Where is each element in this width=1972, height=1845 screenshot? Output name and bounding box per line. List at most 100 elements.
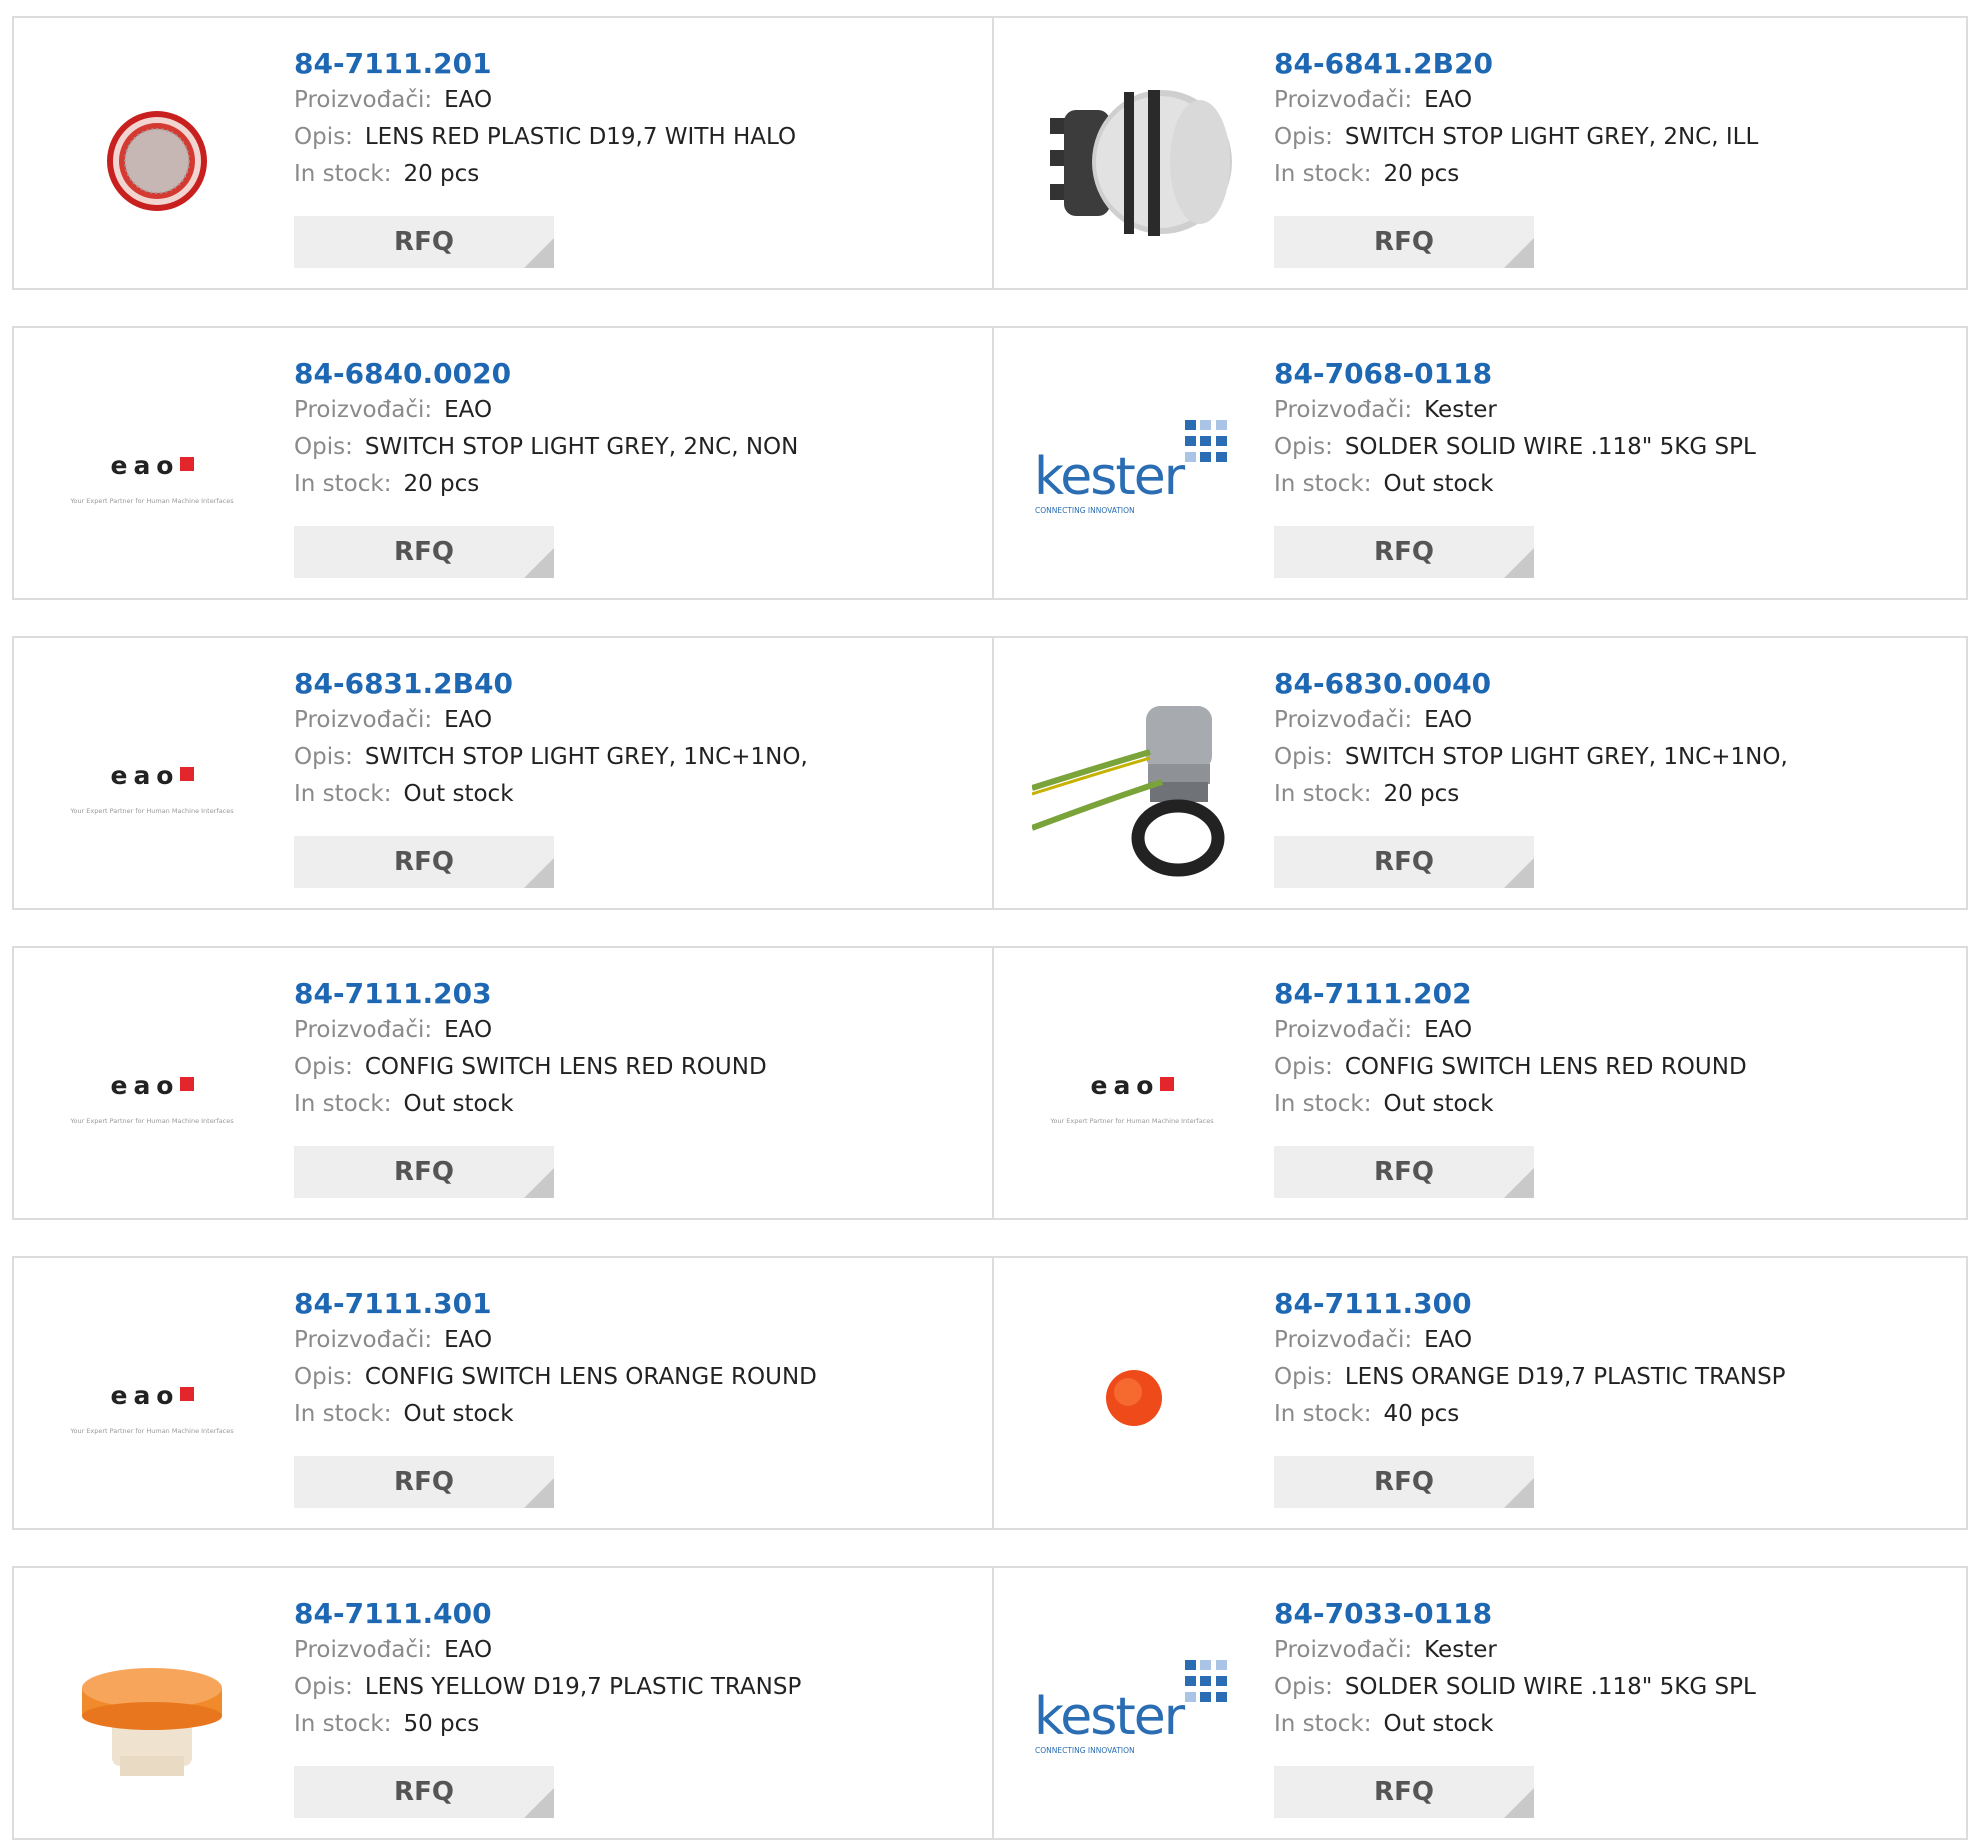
rfq-button-label: RFQ [1374, 847, 1434, 877]
product-card: eao Your Expert Partner for Human Machine… [992, 948, 1972, 1218]
product-row: 84-7111.201 Proizvođači: EAO Opis: LENS RE… [12, 16, 1968, 290]
part-number-link[interactable]: 84-6831.2B40 [294, 666, 808, 702]
product-card: eao Your Expert Partner for Human Machine… [14, 948, 992, 1218]
product-info: 84-7111.400 Proizvođači: EAO Opis: LENS YE… [294, 1596, 801, 1743]
rfq-button[interactable]: RFQ [294, 836, 554, 888]
product-row: eao Your Expert Partner for Human Machine… [12, 636, 1968, 910]
part-number-link[interactable]: 84-7111.301 [294, 1286, 817, 1322]
rfq-button[interactable]: RFQ [294, 1146, 554, 1198]
product-row: eao Your Expert Partner for Human Machine… [12, 326, 1968, 600]
description-value: SWITCH STOP LIGHT GREY, 2NC, NON [364, 434, 799, 460]
eao-logo[interactable]: eao Your Expert Partner for Human Machine… [52, 988, 252, 1188]
kester-logo[interactable]: kester CONNECTING INNOVATION [1032, 368, 1232, 568]
rfq-button[interactable]: RFQ [1274, 526, 1534, 578]
rfq-button-label: RFQ [394, 1157, 454, 1187]
stock-line: In stock: Out stock [1274, 1086, 1747, 1123]
kester-logo[interactable]: kester CONNECTING INNOVATION [1032, 1608, 1232, 1808]
product-info: 84-6840.0020 Proizvođači: EAO Opis: SWITCH… [294, 356, 798, 503]
manufacturer-line: Proizvođači: EAO [294, 1632, 801, 1669]
part-number-link[interactable]: 84-6840.0020 [294, 356, 798, 392]
rfq-button-label: RFQ [1374, 1467, 1434, 1497]
description-label: Opis: [1274, 1364, 1333, 1390]
part-number-link[interactable]: 84-7111.300 [1274, 1286, 1786, 1322]
rfq-button[interactable]: RFQ [1274, 216, 1534, 268]
description-value: LENS YELLOW D19,7 PLASTIC TRANSP [364, 1674, 802, 1700]
manufacturer-label: Proizvođači: [294, 87, 433, 113]
manufacturer-value: EAO [1424, 707, 1473, 733]
eao-tagline: Your Expert Partner for Human Machine In… [69, 497, 234, 505]
rfq-button-label: RFQ [394, 1467, 454, 1497]
eao-tagline: Your Expert Partner for Human Machine In… [69, 1117, 234, 1125]
description-line: Opis: SWITCH STOP LIGHT GREY, 1NC+1NO, [294, 739, 808, 776]
manufacturer-label: Proizvođači: [294, 707, 433, 733]
rfq-button[interactable]: RFQ [294, 526, 554, 578]
red-halo-lens-image[interactable] [52, 58, 252, 258]
part-number-link[interactable]: 84-7068-0118 [1274, 356, 1756, 392]
stock-value: Out stock [1383, 1711, 1494, 1737]
description-line: Opis: LENS ORANGE D19,7 PLASTIC TRANSP [1274, 1359, 1786, 1396]
eao-wordmark: eao [110, 1071, 179, 1100]
part-number-link[interactable]: 84-6841.2B20 [1274, 46, 1758, 82]
stock-label: In stock: [294, 1091, 392, 1117]
grey-stop-switch-image[interactable] [1032, 58, 1232, 258]
part-number-link[interactable]: 84-7033-0118 [1274, 1596, 1756, 1632]
corner-triangle-icon [524, 1788, 554, 1818]
part-number-link[interactable]: 84-6830.0040 [1274, 666, 1788, 702]
stock-label: In stock: [294, 1711, 392, 1737]
stock-value: 20 pcs [1383, 161, 1460, 187]
product-card: eao Your Expert Partner for Human Machine… [14, 1258, 992, 1528]
product-info: 84-6841.2B20 Proizvođači: EAO Opis: SWITCH… [1274, 46, 1758, 193]
rfq-button-label: RFQ [394, 847, 454, 877]
part-number-link[interactable]: 84-7111.203 [294, 976, 767, 1012]
rfq-button[interactable]: RFQ [294, 1456, 554, 1508]
description-label: Opis: [1274, 744, 1333, 770]
stock-line: In stock: 20 pcs [1274, 156, 1758, 193]
description-value: CONFIG SWITCH LENS RED ROUND [1344, 1054, 1747, 1080]
orange-lens-image[interactable] [1032, 1298, 1232, 1498]
stock-label: In stock: [1274, 1711, 1372, 1737]
description-line: Opis: SOLDER SOLID WIRE .118" 5KG SPL [1274, 429, 1756, 466]
manufacturer-line: Proizvođači: EAO [1274, 702, 1788, 739]
rfq-button-label: RFQ [1374, 1777, 1434, 1807]
manufacturer-label: Proizvođači: [294, 1637, 433, 1663]
eao-logo[interactable]: eao Your Expert Partner for Human Machine… [52, 368, 252, 568]
manufacturer-value: EAO [444, 1637, 493, 1663]
manufacturer-value: Kester [1424, 397, 1497, 423]
rfq-button[interactable]: RFQ [1274, 836, 1534, 888]
manufacturer-label: Proizvođači: [1274, 1327, 1413, 1353]
eao-tagline: Your Expert Partner for Human Machine In… [69, 1427, 234, 1435]
description-label: Opis: [294, 434, 353, 460]
description-value: CONFIG SWITCH LENS RED ROUND [364, 1054, 767, 1080]
yellow-lens-image[interactable] [52, 1608, 252, 1808]
eao-logo[interactable]: eao Your Expert Partner for Human Machine… [1032, 988, 1232, 1188]
stock-label: In stock: [294, 1401, 392, 1427]
product-row: eao Your Expert Partner for Human Machine… [12, 1256, 1968, 1530]
part-number-link[interactable]: 84-7111.201 [294, 46, 796, 82]
stock-line: In stock: 40 pcs [1274, 1396, 1786, 1433]
manufacturer-value: EAO [444, 397, 493, 423]
stock-line: In stock: Out stock [294, 776, 808, 813]
kester-wordmark: kester [1034, 447, 1186, 507]
rfq-button[interactable]: RFQ [1274, 1766, 1534, 1818]
rfq-button[interactable]: RFQ [294, 216, 554, 268]
eao-logo[interactable]: eao Your Expert Partner for Human Machine… [52, 678, 252, 878]
grey-switch-with-wires-image[interactable] [1032, 678, 1232, 878]
stock-value: 40 pcs [1383, 1401, 1460, 1427]
manufacturer-value: EAO [444, 1327, 493, 1353]
eao-logo[interactable]: eao Your Expert Partner for Human Machine… [52, 1298, 252, 1498]
manufacturer-line: Proizvođači: Kester [1274, 392, 1756, 429]
rfq-button[interactable]: RFQ [1274, 1456, 1534, 1508]
product-card: kester CONNECTING INNOVATION 84-7068-0118… [992, 328, 1972, 598]
stock-line: In stock: Out stock [294, 1396, 817, 1433]
part-number-link[interactable]: 84-7111.202 [1274, 976, 1747, 1012]
product-card: 84-7111.300 Proizvođači: EAO Opis: LENS OR… [992, 1258, 1972, 1528]
product-row: eao Your Expert Partner for Human Machine… [12, 946, 1968, 1220]
rfq-button[interactable]: RFQ [1274, 1146, 1534, 1198]
part-number-link[interactable]: 84-7111.400 [294, 1596, 801, 1632]
manufacturer-line: Proizvođači: EAO [1274, 82, 1758, 119]
description-value: LENS ORANGE D19,7 PLASTIC TRANSP [1344, 1364, 1786, 1390]
rfq-button-label: RFQ [1374, 537, 1434, 567]
rfq-button[interactable]: RFQ [294, 1766, 554, 1818]
stock-line: In stock: Out stock [1274, 1706, 1756, 1743]
kester-tagline: CONNECTING INNOVATION [1035, 1746, 1135, 1755]
